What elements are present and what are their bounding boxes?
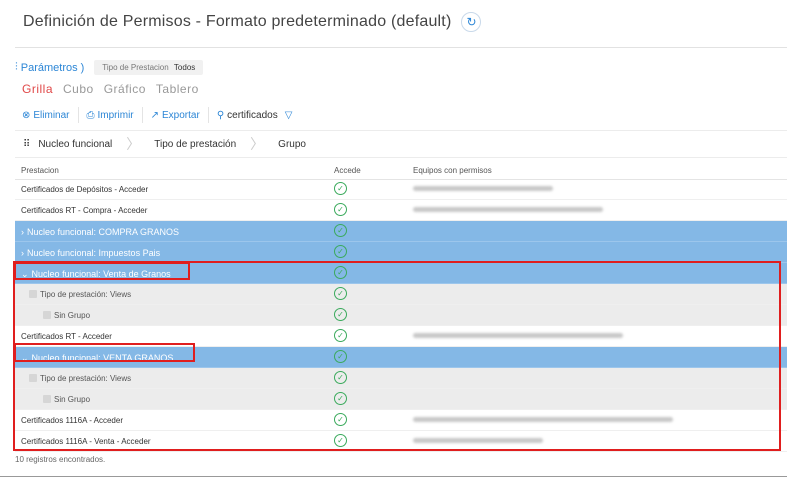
tab-cubo[interactable]: Cubo	[63, 82, 94, 96]
column-accede[interactable]: Accede	[334, 166, 361, 175]
divider	[15, 47, 787, 48]
chevron-right-icon[interactable]: ›	[21, 248, 24, 258]
tab-tablero[interactable]: Tablero	[156, 82, 199, 96]
group-by-grupo[interactable]: Grupo	[278, 139, 306, 150]
check-circle-icon: ✓	[334, 203, 347, 216]
prestacion-cell: Certificados de Depósitos - Acceder	[21, 185, 148, 194]
filter-icon[interactable]: ▽	[285, 110, 293, 121]
close-circle-icon: ⊗	[22, 109, 31, 121]
print-label: Imprimir	[97, 109, 134, 121]
group-by-nucleo[interactable]: ⠿ Nucleo funcional	[15, 139, 112, 150]
page-title: Definición de Permisos - Formato predete…	[23, 13, 452, 30]
table-row[interactable]: Certificados de Depósitos - Acceder ✓	[15, 179, 787, 200]
record-count: 10 registros encontrados.	[15, 455, 106, 464]
export-label: Exportar	[162, 109, 200, 121]
page-header: Definición de Permisos - Formato predete…	[23, 12, 482, 32]
search-icon: ⚲	[216, 109, 225, 121]
view-tabs: Grilla Cubo Gráfico Tablero	[22, 82, 199, 96]
sliders-icon: ⫶	[15, 61, 18, 73]
search-value: certificados	[227, 109, 278, 121]
row-label: Nucleo funcional: Impuestos Pais	[27, 248, 161, 258]
group-label-nucleo: Nucleo funcional	[38, 138, 113, 150]
table-row[interactable]: Certificados RT - Compra - Acceder ✓	[15, 200, 787, 221]
divider	[0, 476, 787, 477]
column-prestacion[interactable]: Prestacion	[21, 166, 59, 175]
row-label: Nucleo funcional: COMPRA GRANOS	[27, 227, 180, 237]
group-by-tipo[interactable]: Tipo de prestación	[154, 139, 236, 150]
tab-grafico[interactable]: Gráfico	[104, 82, 146, 96]
toolbar: ⊗ Eliminar ⎙ Imprimir ↗ Exportar ⚲ certi…	[22, 107, 308, 123]
delete-label: Eliminar	[33, 109, 70, 121]
chevron-right-icon[interactable]: ›	[21, 227, 24, 237]
highlight-box	[14, 262, 190, 280]
refresh-icon[interactable]: ↻	[461, 12, 482, 32]
filter-chip-value: Todos	[173, 63, 196, 72]
prestacion-cell: Certificados RT - Compra - Acceder	[21, 206, 147, 215]
column-equipos[interactable]: Equipos con permisos	[413, 166, 492, 175]
tab-grilla[interactable]: Grilla	[22, 82, 53, 96]
params-row: ⫶ Parámetros ) Tipo de Prestacion Todos	[15, 60, 204, 75]
printer-icon: ⎙	[86, 109, 95, 121]
filter-chip-label: Tipo de Prestacion	[102, 63, 169, 72]
search-field[interactable]: ⚲ certificados ▽	[217, 107, 301, 123]
print-button[interactable]: ⎙ Imprimir	[87, 107, 143, 123]
chevron-right-icon: )	[80, 61, 85, 74]
breadcrumb-separator-icon: 〉	[126, 136, 141, 152]
parameters-link[interactable]: ⫶ Parámetros )	[15, 61, 84, 74]
highlight-box	[14, 343, 195, 362]
redacted-teams	[413, 186, 553, 191]
check-circle-icon: ✓	[334, 245, 347, 258]
grip-icon: ⠿	[23, 138, 31, 150]
parameters-label: Parámetros	[20, 61, 78, 74]
check-circle-icon: ✓	[334, 224, 347, 237]
prestacion-cell: › Nucleo funcional: Impuestos Pais	[21, 248, 160, 258]
group-row[interactable]: › Nucleo funcional: Impuestos Pais ✓	[15, 242, 787, 263]
export-button[interactable]: ↗ Exportar	[151, 107, 209, 123]
delete-button[interactable]: ⊗ Eliminar	[22, 107, 79, 123]
filter-chip[interactable]: Tipo de Prestacion Todos	[94, 60, 204, 75]
table-header: Prestacion Accede Equipos con permisos	[15, 161, 787, 180]
breadcrumb-separator-icon: 〉	[250, 136, 265, 152]
export-icon: ↗	[150, 109, 160, 121]
check-circle-icon: ✓	[334, 182, 347, 195]
group-row[interactable]: › Nucleo funcional: COMPRA GRANOS ✓	[15, 221, 787, 242]
group-by-bar: ⠿ Nucleo funcional 〉 Tipo de prestación …	[15, 130, 787, 158]
redacted-teams	[413, 207, 603, 212]
row-label: Certificados RT - Compra - Acceder	[21, 206, 148, 215]
row-label: Certificados de Depósitos - Acceder	[21, 185, 149, 194]
prestacion-cell: › Nucleo funcional: COMPRA GRANOS	[21, 227, 179, 237]
